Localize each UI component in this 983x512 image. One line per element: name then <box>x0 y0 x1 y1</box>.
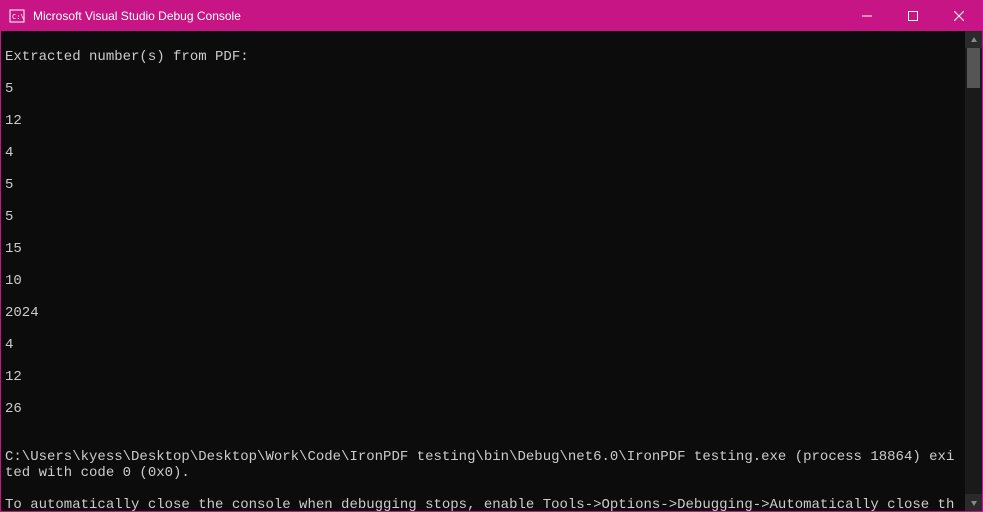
output-number: 4 <box>5 337 961 353</box>
vertical-scrollbar[interactable] <box>965 31 982 511</box>
auto-close-hint: To automatically close the console when … <box>5 497 961 511</box>
output-number: 26 <box>5 401 961 417</box>
minimize-button[interactable] <box>844 1 890 31</box>
scroll-thumb[interactable] <box>967 48 980 88</box>
maximize-button[interactable] <box>890 1 936 31</box>
output-number: 12 <box>5 113 961 129</box>
output-number: 12 <box>5 369 961 385</box>
exit-message: C:\Users\kyess\Desktop\Desktop\Work\Code… <box>5 449 961 481</box>
output-number: 15 <box>5 241 961 257</box>
console-output[interactable]: Extracted number(s) from PDF: 5 12 4 5 5… <box>1 31 965 511</box>
output-number: 5 <box>5 177 961 193</box>
scroll-track[interactable] <box>965 48 982 494</box>
output-number: 5 <box>5 209 961 225</box>
window-title: Microsoft Visual Studio Debug Console <box>33 9 844 23</box>
close-button[interactable] <box>936 1 982 31</box>
output-header: Extracted number(s) from PDF: <box>5 49 961 65</box>
debug-console-window: C:\ Microsoft Visual Studio Debug Consol… <box>0 0 983 512</box>
app-icon: C:\ <box>9 8 25 24</box>
console-area: Extracted number(s) from PDF: 5 12 4 5 5… <box>1 31 982 511</box>
svg-text:C:\: C:\ <box>12 13 25 21</box>
scroll-down-button[interactable] <box>965 494 982 511</box>
output-number: 10 <box>5 273 961 289</box>
output-number: 5 <box>5 81 961 97</box>
output-number: 4 <box>5 145 961 161</box>
output-number: 2024 <box>5 305 961 321</box>
titlebar[interactable]: C:\ Microsoft Visual Studio Debug Consol… <box>1 1 982 31</box>
window-controls <box>844 1 982 31</box>
scroll-up-button[interactable] <box>965 31 982 48</box>
